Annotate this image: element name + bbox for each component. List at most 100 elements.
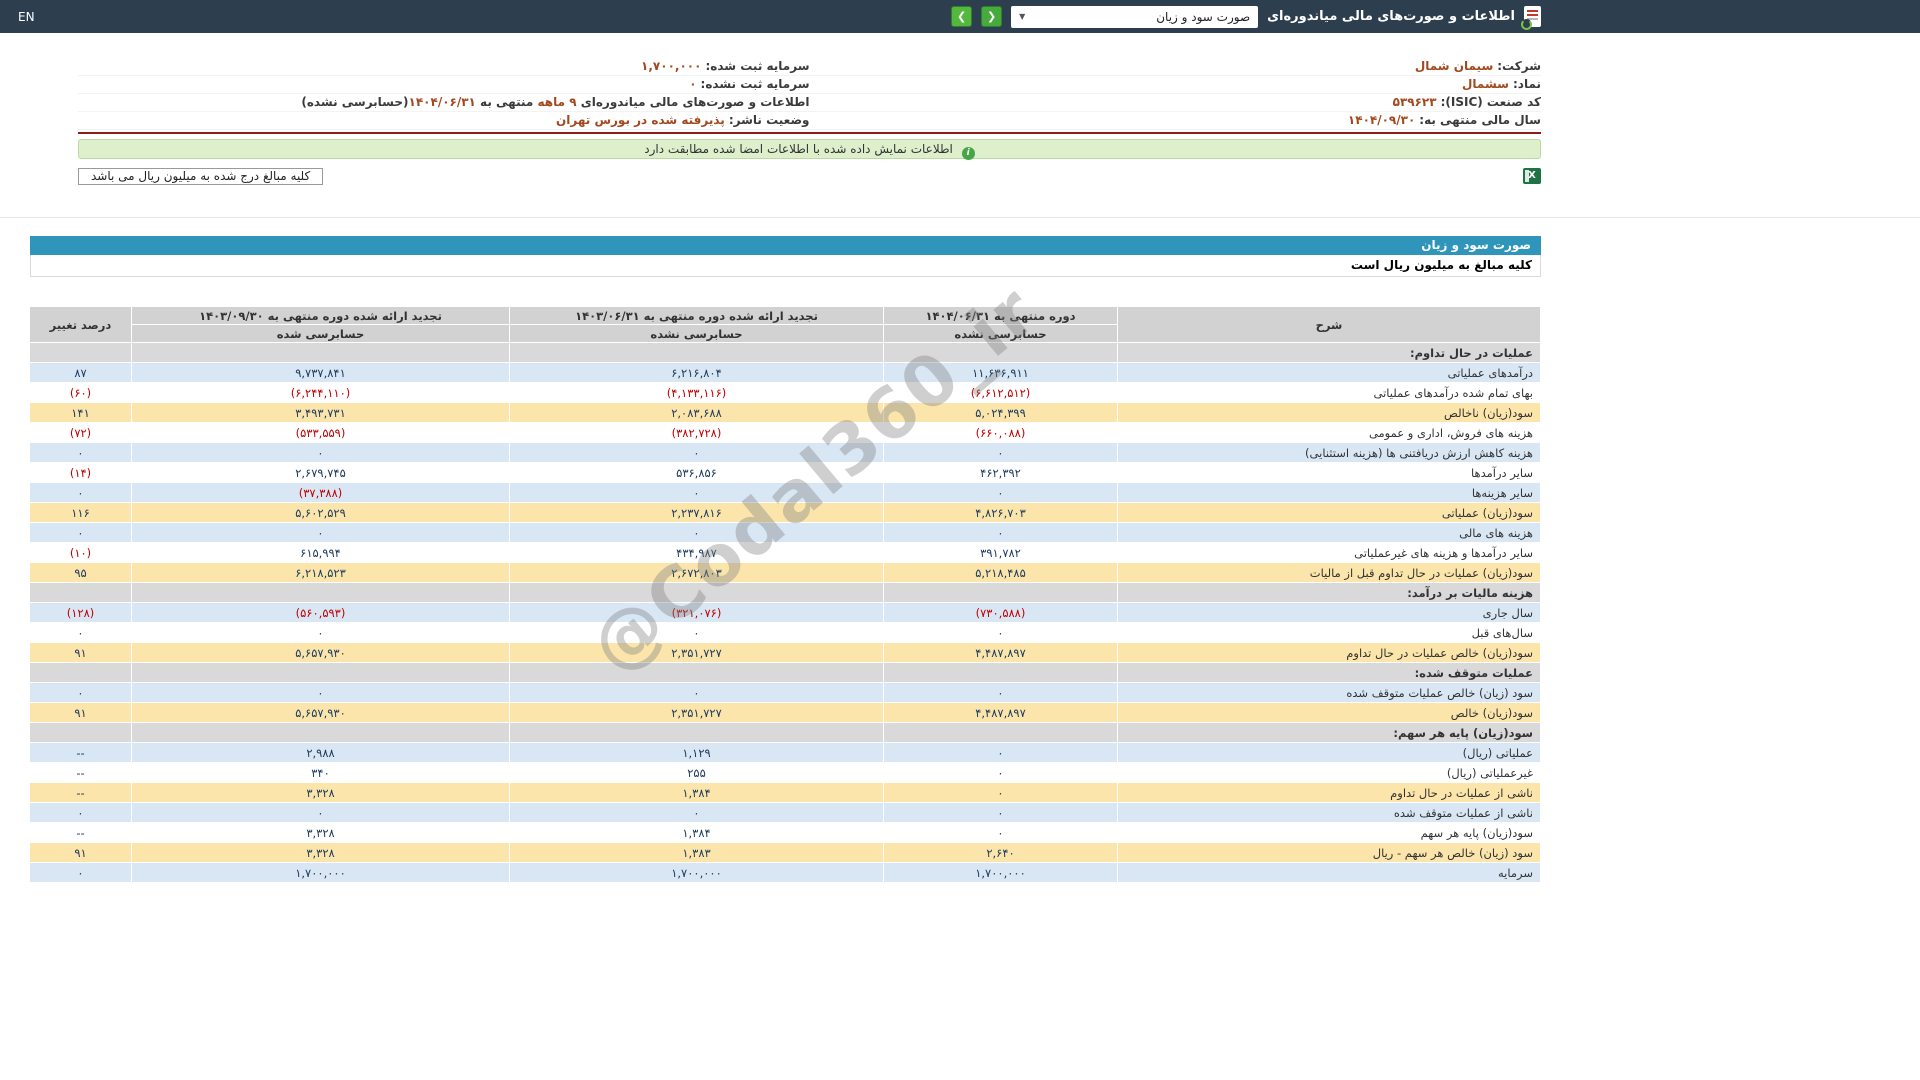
company-info-row-left: اطلاعات و صورت‌های مالی میاندوره‌ای ۹ ما…: [78, 94, 810, 112]
amount-cell: ۰: [509, 442, 884, 463]
row-label: هزینه کاهش ارزش دریافتنی ها (هزینه استثن…: [1117, 442, 1541, 463]
info-label: اطلاعات و صورت‌های مالی میاندوره‌ای: [576, 95, 810, 109]
amount-cell: ۲,۹۸۸: [131, 742, 510, 763]
info-value: سشمال: [1462, 77, 1509, 91]
info-label: سرمایه ثبت شده:: [705, 59, 810, 73]
top-navbar: اطلاعات و صورت‌های مالی میاندوره‌ای صورت…: [0, 0, 1920, 33]
statement-row: سود(زیان) ناخالص ۵,۰۲۴,۳۹۹ ۲,۰۸۳,۶۸۸ ۳,۴۹۳,…: [29, 402, 1541, 423]
row-label: سال جاری: [1117, 602, 1541, 623]
amount-cell: (۵۶۰,۵۹۳): [131, 602, 510, 623]
percent-change-cell: ۹۱: [29, 842, 132, 863]
statement-row: سایر هزینه‌ها ۰ ۰ (۳۷,۳۸۸) ۰: [29, 482, 1541, 503]
company-info-row-right: شرکت:سیمان شمال: [809, 58, 1541, 76]
language-toggle-en[interactable]: EN: [18, 10, 35, 24]
row-label: سود(زیان) خالص عملیات در حال تداوم: [1117, 642, 1541, 663]
amount-cell: ۴,۴۸۷,۸۹۷: [883, 702, 1118, 723]
info-label: سال مالی منتهی به:: [1419, 113, 1541, 127]
info-label: نماد:: [1512, 77, 1541, 91]
amount-cell: ۲,۰۸۳,۶۸۸: [509, 402, 884, 423]
row-label: سایر درآمدها و هزینه های غیرعملیاتی: [1117, 542, 1541, 563]
amount-cell: ۴,۴۸۷,۸۹۷: [883, 642, 1118, 663]
statement-row: سود(زیان) عملیات در حال تداوم قبل از مال…: [29, 562, 1541, 583]
amount-cell: [509, 342, 884, 363]
section-row: عملیات در حال تداوم:: [29, 342, 1541, 363]
company-info-row-left: سرمایه ثبت شده:۱,۷۰۰,۰۰۰: [78, 58, 810, 76]
income-statement-table: شرح دوره منتهی به ۱۴۰۴/۰۶/۳۱ تجدید ارائه…: [29, 306, 1541, 883]
percent-change-cell: (۱۴): [29, 462, 132, 483]
report-document-icon[interactable]: [1521, 6, 1541, 30]
amount-cell: [883, 722, 1118, 743]
row-label: ناشی از عملیات در حال تداوم: [1117, 782, 1541, 803]
percent-change-cell: (۷۲): [29, 422, 132, 443]
banner-text: اطلاعات نمایش داده شده با اطلاعات امضا ش…: [644, 142, 953, 156]
statement-row: هزینه کاهش ارزش دریافتنی ها (هزینه استثن…: [29, 442, 1541, 463]
percent-change-cell: ۰: [29, 622, 132, 643]
next-statement-button[interactable]: ❯: [951, 6, 973, 27]
col-description: شرح: [1117, 306, 1541, 343]
amount-cell: (۳۲۱,۰۷۶): [509, 602, 884, 623]
row-label: سایر هزینه‌ها: [1117, 482, 1541, 503]
statement-row: ناشی از عملیات متوقف شده ۰ ۰ ۰ ۰: [29, 802, 1541, 823]
statement-row: سال جاری (۷۳۰,۵۸۸) (۳۲۱,۰۷۶) (۵۶۰,۵۹۳) (۱۲۸): [29, 602, 1541, 623]
amount-cell: ۲,۲۳۷,۸۱۶: [509, 502, 884, 523]
amount-cell: ۶۱۵,۹۹۴: [131, 542, 510, 563]
amount-cell: (۳۷,۳۸۸): [131, 482, 510, 503]
amounts-unit-note: کلیه مبالغ درج شده به میلیون ریال می باش…: [78, 167, 324, 185]
amount-cell: ۱,۷۰۰,۰۰۰: [131, 862, 510, 883]
row-label: سرمایه: [1117, 862, 1541, 883]
statement-row: سود (زیان) خالص هر سهم - ریال ۲,۶۴۰ ۱,۳۸۳ ۳…: [29, 842, 1541, 863]
percent-change-cell: ۰: [29, 682, 132, 703]
info-value: ۵۳۹۶۲۳: [1392, 95, 1437, 109]
section-row: هزینه مالیات بر درآمد:: [29, 582, 1541, 603]
row-label: بهای تمام شده درآمدهای عملیاتی: [1117, 382, 1541, 403]
amount-cell: ۵,۶۵۷,۹۳۰: [131, 642, 510, 663]
amount-cell: [883, 342, 1118, 363]
section-row: عملیات متوقف شده:: [29, 662, 1541, 683]
company-info-row-left: وضعیت ناشر:پذیرفته شده در بورس تهران: [78, 112, 810, 130]
amount-cell: [131, 662, 510, 683]
amount-cell: ۹,۷۳۷,۸۴۱: [131, 362, 510, 383]
row-label: سود(زیان) پایه هر سهم: [1117, 822, 1541, 843]
percent-change-cell: ۰: [29, 802, 132, 823]
amount-cell: ۱,۷۰۰,۰۰۰: [509, 862, 884, 883]
info-label: شرکت:: [1497, 59, 1541, 73]
percent-change-cell: --: [29, 782, 132, 803]
amount-cell: ۰: [509, 482, 884, 503]
statement-title-bar: صورت سود و زیان: [30, 236, 1541, 255]
amount-cell: ۵,۰۲۴,۳۹۹: [883, 402, 1118, 423]
percent-change-cell: (۱۲۸): [29, 602, 132, 623]
percent-change-cell: --: [29, 822, 132, 843]
amount-cell: ۰: [883, 762, 1118, 783]
section-divider: [0, 217, 1920, 218]
col-period-restated-mid: تجدید ارائه شده دوره منتهی به ۱۴۰۳/۰۶/۳۱: [509, 306, 884, 325]
percent-change-cell: ۰: [29, 522, 132, 543]
amount-cell: ۵,۲۱۸,۴۸۵: [883, 562, 1118, 583]
prev-statement-button[interactable]: ❮: [981, 6, 1003, 27]
amount-cell: ۰: [883, 482, 1118, 503]
row-label: سود(زیان) عملیات در حال تداوم قبل از مال…: [1117, 562, 1541, 583]
amount-cell: [131, 582, 510, 603]
percent-change-cell: (۶۰): [29, 382, 132, 403]
amount-cell: ۳۹۱,۷۸۲: [883, 542, 1118, 563]
statement-row: هزینه های فروش، اداری و عمومی (۶۶۰,۰۸۸) (۳…: [29, 422, 1541, 443]
amount-cell: ۱,۳۸۴: [509, 822, 884, 843]
amount-cell: ۲,۳۵۱,۷۲۷: [509, 702, 884, 723]
statement-row: عملیاتی (ریال) ۰ ۱,۱۲۹ ۲,۹۸۸ --: [29, 742, 1541, 763]
row-label: سود(زیان) عملیاتی: [1117, 502, 1541, 523]
row-label: عملیات در حال تداوم:: [1117, 342, 1541, 363]
section-row: سود(زیان) پایه هر سهم:: [29, 722, 1541, 743]
info-value: پذیرفته شده در بورس تهران: [556, 113, 725, 127]
amount-cell: ۰: [509, 522, 884, 543]
excel-export-icon[interactable]: X: [1523, 168, 1541, 184]
statement-select[interactable]: صورت سود و زیان ▼: [1011, 5, 1259, 28]
amount-cell: ۴۳۴,۹۸۷: [509, 542, 884, 563]
statement-row: هزینه های مالی ۰ ۰ ۰ ۰: [29, 522, 1541, 543]
col-period-current: دوره منتهی به ۱۴۰۴/۰۶/۳۱: [883, 306, 1118, 325]
chevron-down-icon: ▼: [1019, 12, 1026, 21]
amount-cell: ۰: [509, 622, 884, 643]
amount-cell: ۱,۳۸۴: [509, 782, 884, 803]
amount-cell: ۱,۳۸۳: [509, 842, 884, 863]
amount-cell: ۱,۷۰۰,۰۰۰: [883, 862, 1118, 883]
info-label: (حسابرسی نشده): [301, 95, 409, 109]
amount-cell: ۵۳۶,۸۵۶: [509, 462, 884, 483]
